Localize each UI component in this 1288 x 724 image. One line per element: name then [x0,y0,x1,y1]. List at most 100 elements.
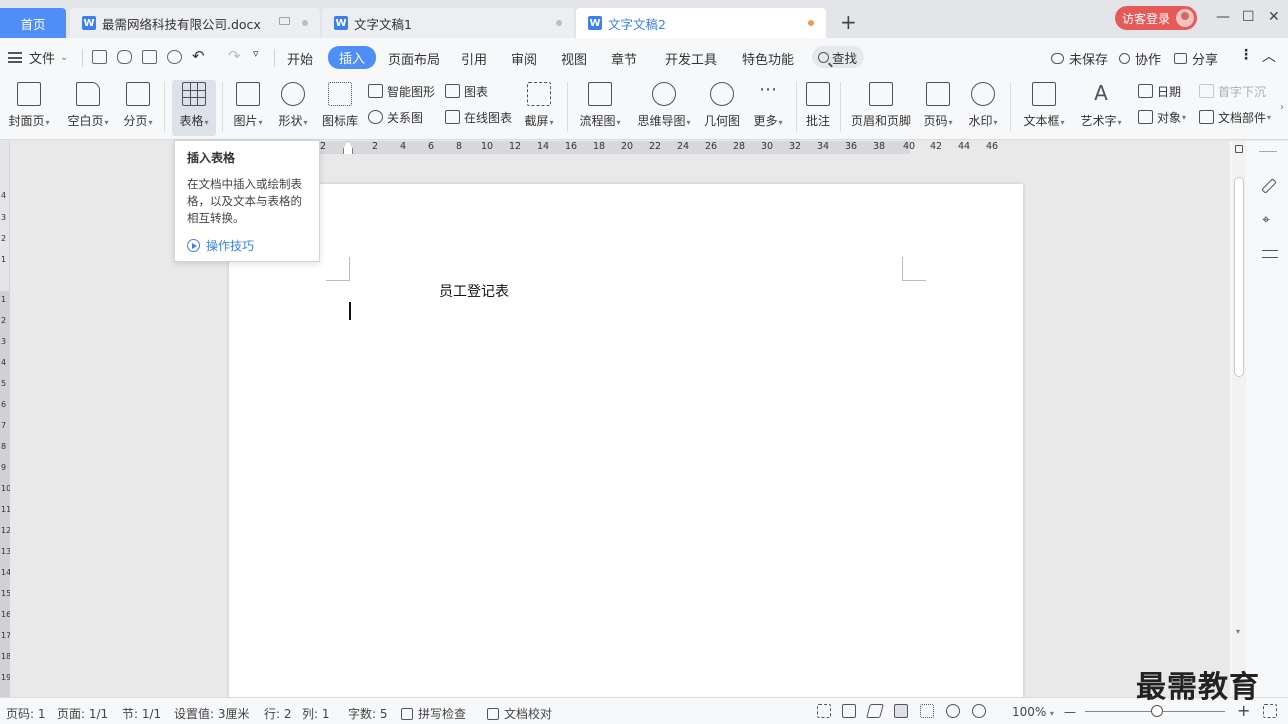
settings-sliders-icon[interactable] [1262,248,1278,262]
ribbon-scroll-right-icon[interactable]: › [1280,102,1284,113]
eye-protect-icon[interactable] [972,704,986,718]
fullscreen-icon[interactable] [817,704,831,718]
object-button[interactable]: 对象 ▾ [1138,108,1186,126]
status-page-no[interactable]: 页码: 1 [6,705,46,722]
new-tab-button[interactable]: + [840,10,857,34]
search-button[interactable]: 查找 [812,46,864,68]
tab-features[interactable]: 特色功能 [742,49,794,68]
status-setting[interactable]: 设置值: 3厘米 [174,705,250,722]
icon-library-button[interactable]: 图标库 [320,80,360,136]
table-button[interactable]: 表格▾ [172,80,216,136]
status-section[interactable]: 节: 1/1 [122,705,161,722]
doc-parts-icon [1199,110,1214,124]
minimize-button[interactable]: — [1216,9,1230,25]
tips-link[interactable]: 操作技巧 [187,237,307,254]
document-text[interactable]: 员工登记表 [439,281,509,301]
tab-doc3[interactable]: W 文字文稿2 [576,8,826,38]
print-icon[interactable] [142,50,157,64]
online-chart-button[interactable]: 在线图表 [445,108,512,126]
bar-chart-icon [445,84,460,98]
doc-check-button[interactable]: 文档校对 [487,705,552,722]
page-break-button[interactable]: 分页▾ [118,80,158,136]
scroll-down-icon[interactable]: ▾ [1236,627,1240,636]
word-art-button[interactable]: A 艺术字▾ [1076,80,1126,136]
edit-mode-icon[interactable] [866,704,884,718]
comment-button[interactable]: 批注 [802,80,834,136]
tab-section[interactable]: 章节 [611,49,637,68]
smart-art-button[interactable]: 智能图形 [368,82,435,100]
picture-button[interactable]: 图片▾ [229,80,267,136]
unsaved-dot[interactable] [808,20,814,26]
status-pages[interactable]: 页面: 1/1 [57,705,108,722]
header-footer-button[interactable]: 页眉和页脚 [849,80,913,136]
tab-reference[interactable]: 引用 [461,49,487,68]
ruler-tick: 26 [705,141,718,152]
tab-page-layout[interactable]: 页面布局 [388,49,440,68]
chevron-down-icon: ▾ [104,118,109,127]
spell-check-button[interactable]: 拼写检查 [401,705,466,722]
page-view-icon[interactable] [894,704,908,718]
print-preview-icon[interactable] [167,50,182,64]
zoom-out-button[interactable]: — [1064,705,1076,719]
horizontal-ruler[interactable]: 2 2 4 6 8 10 12 14 16 18 20 22 24 26 28 … [320,141,915,154]
customize-icon[interactable]: ▿ [253,47,259,60]
flowchart-button[interactable]: 流程图▾ [575,80,625,136]
more-button[interactable]: ⋯ 更多▾ [749,80,787,136]
doc-parts-button[interactable]: 文档部件 ▾ [1199,108,1271,126]
tab-close-dot[interactable] [302,20,308,26]
tab-view[interactable]: 视图 [561,49,587,68]
cursor-select-icon[interactable]: ⌖ [1262,212,1276,228]
watermark-button[interactable]: 水印▾ [964,80,1002,136]
more-options-icon[interactable]: ⋮ [1239,47,1253,63]
read-mode-icon[interactable] [842,704,856,718]
cover-page-button[interactable]: 封面页▾ [4,80,54,136]
word-art-icon: A [1094,81,1108,105]
visitor-login-button[interactable]: 访客登录 [1115,6,1197,30]
tab-review[interactable]: 审阅 [511,49,537,68]
collaborate-button[interactable]: 协作 [1119,49,1161,68]
fit-page-icon[interactable] [1263,704,1277,718]
date-button[interactable]: 日期 [1138,82,1181,100]
zoom-level[interactable]: 100% ▾ [1012,705,1054,719]
header-footer-icon [869,82,893,106]
tab-close-dot[interactable] [556,20,562,26]
scroll-thumb[interactable] [1234,177,1244,377]
close-button[interactable]: ✕ [1268,9,1280,25]
web-view-icon[interactable] [946,704,960,718]
chart-button[interactable]: 图表 [445,82,488,100]
outline-view-icon[interactable] [920,704,934,718]
file-menu[interactable]: 文件 ⌄ [8,48,68,67]
output-icon[interactable] [117,50,132,64]
tab-start[interactable]: 开始 [287,49,313,68]
text-box-button[interactable]: 文本框▾ [1019,80,1069,136]
redo-icon[interactable]: ↷ [228,47,241,65]
tab-developer[interactable]: 开发工具 [665,49,717,68]
mindmap-button[interactable]: 思维导图▾ [633,80,695,136]
geometry-button[interactable]: 几何图 [702,80,742,136]
undo-icon[interactable]: ↶ [192,47,205,65]
tab-doc1[interactable]: W 最需网络科技有限公司.docx [70,8,320,38]
tab-doc2[interactable]: W 文字文稿1 [322,8,574,38]
save-icon[interactable] [92,50,107,64]
word-doc-icon: W [334,16,348,30]
share-button[interactable]: 分享 [1174,49,1218,68]
maximize-button[interactable]: ☐ [1242,9,1255,25]
vertical-scrollbar[interactable] [1232,141,1246,697]
flowchart-icon [588,82,612,106]
status-word-count[interactable]: 字数: 5 [348,705,388,722]
relation-button[interactable]: 关系图 [368,108,423,126]
tab-insert[interactable]: 插入 [328,46,377,69]
collapse-ribbon-icon[interactable]: ︿ [1262,46,1276,66]
page-nav-icon[interactable] [1235,145,1243,153]
zoom-slider-knob[interactable] [1151,705,1163,717]
screenshot-button[interactable]: 截屏▾ [520,80,558,136]
tab-home[interactable]: 首页 [0,8,66,38]
unsaved-button[interactable]: 未保存 [1051,49,1108,68]
document-page[interactable]: 员工登记表 [229,184,1023,697]
drop-cap-button[interactable]: 首字下沉 [1199,82,1266,100]
chevron-down-icon: ▾ [686,118,691,127]
vertical-ruler[interactable]: 4 3 2 1 1 2 3 4 5 6 7 8 9 10 11 12 13 14… [0,141,11,697]
shape-button[interactable]: 形状▾ [274,80,312,136]
blank-page-button[interactable]: 空白页▾ [62,80,114,136]
page-number-button[interactable]: 页码▾ [919,80,957,136]
